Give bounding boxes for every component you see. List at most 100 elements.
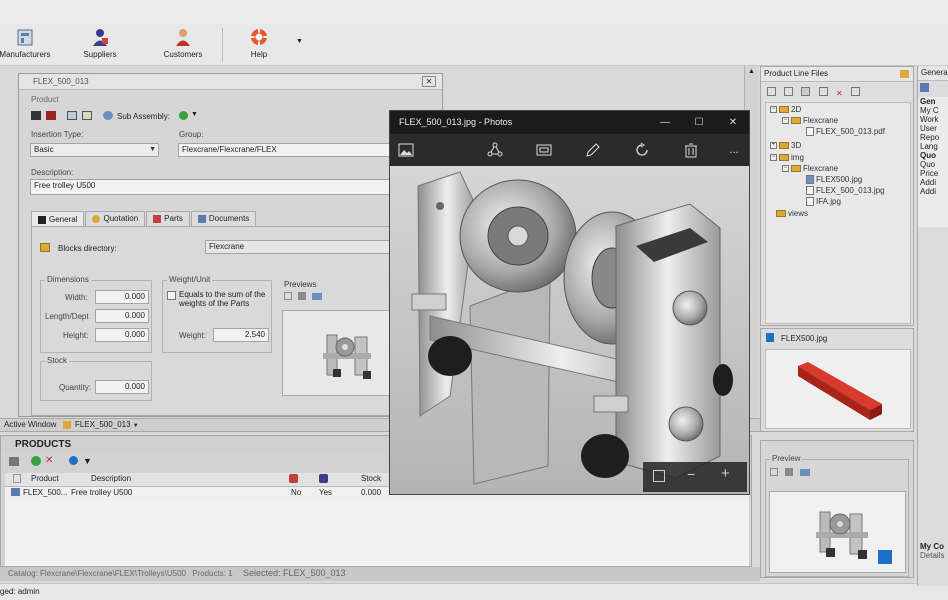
product-window-close-button[interactable]: ✕ — [422, 76, 436, 87]
new-file-icon[interactable] — [767, 87, 776, 96]
list-view-icon[interactable] — [82, 111, 92, 120]
weight-field[interactable]: 2.540 — [213, 328, 269, 342]
zoom-in-icon[interactable]: + — [721, 465, 730, 482]
tree-node-flexcrane-img[interactable]: − Flexcrane — [782, 164, 838, 173]
right-edge-item[interactable]: Addi — [920, 178, 948, 187]
chevron-down-icon: ▼ — [149, 146, 156, 153]
ribbon-more-arrow-icon[interactable]: ▼ — [296, 38, 303, 45]
group-field[interactable]: Flexcrane/Flexcrane/FLEX — [178, 143, 390, 157]
products-filter-icon[interactable]: ▼ — [83, 456, 92, 466]
properties-icon[interactable] — [850, 87, 860, 96]
column-parts-icon[interactable] — [289, 474, 298, 483]
width-field[interactable]: 0.000 — [95, 290, 149, 304]
right-edge-item[interactable]: Gen — [920, 97, 948, 106]
collapse-icon[interactable]: − — [782, 165, 789, 172]
length-field[interactable]: 0.000 — [95, 309, 149, 323]
open-file-icon[interactable] — [784, 87, 794, 96]
red-profile-thumbnail — [798, 362, 882, 420]
products-list-icon[interactable] — [9, 457, 19, 466]
insertion-type-select[interactable]: Basic ▼ — [30, 143, 159, 157]
tree-node-img[interactable]: − img — [770, 153, 804, 162]
preview-screen-icon[interactable] — [800, 469, 811, 476]
right-edge-item[interactable]: Work — [920, 115, 948, 124]
tree-node-flex500-jpg[interactable]: FLEX500.jpg — [806, 175, 862, 184]
right-edge-item[interactable]: User — [920, 124, 948, 133]
sort-icon[interactable] — [920, 83, 929, 92]
tab-documents[interactable]: Documents — [190, 211, 257, 226]
quantity-field[interactable]: 0.000 — [95, 380, 149, 394]
right-edge-item[interactable]: My C — [920, 106, 948, 115]
close-button[interactable]: ✕ — [716, 111, 750, 134]
preview-chart-icon[interactable] — [298, 292, 307, 300]
save-close-icon[interactable] — [46, 111, 56, 120]
minimize-button[interactable]: — — [648, 111, 682, 134]
collapse-icon[interactable]: − — [770, 106, 777, 113]
expand-icon[interactable]: + — [770, 142, 777, 149]
column-supplier-icon[interactable] — [319, 474, 328, 483]
products-info-icon[interactable] — [69, 456, 78, 465]
tree-node-flexcrane-2d[interactable]: − Flexcrane — [782, 116, 838, 125]
sub-assembly-dropdown-arrow-icon[interactable]: ▼ — [191, 111, 198, 118]
preview-frame-icon[interactable] — [770, 468, 778, 476]
manufacturers-button[interactable]: Manufacturers — [0, 26, 56, 59]
active-window-value[interactable]: FLEX_500_013 — [75, 420, 131, 429]
rotate-icon[interactable] — [632, 140, 652, 160]
tree-node-2d[interactable]: −2D — [770, 105, 801, 114]
more-options-icon[interactable]: ... — [724, 140, 744, 160]
delete-product-icon[interactable]: ✕ — [45, 456, 55, 466]
delete-trash-icon[interactable] — [681, 140, 701, 160]
help-button[interactable]: Help — [236, 26, 282, 59]
column-description[interactable]: Description — [91, 474, 131, 483]
collapse-icon[interactable]: − — [782, 117, 789, 124]
active-window-label: Active Window — [4, 420, 57, 429]
grid-view-icon[interactable] — [67, 111, 77, 120]
scroll-up-arrow-icon[interactable]: ▲ — [748, 68, 755, 75]
description-field[interactable]: Free trolley U500 — [30, 179, 390, 195]
fit-screen-icon[interactable] — [653, 470, 665, 482]
right-edge-item[interactable]: Quo — [920, 151, 948, 160]
tree-node-3d[interactable]: +3D — [770, 141, 801, 150]
product-window-titlebar[interactable]: FLEX_500_013 — [19, 74, 442, 90]
blocks-directory-field[interactable]: Flexcrane — [205, 240, 405, 254]
right-edge-item[interactable]: Quo — [920, 160, 948, 169]
maximize-button[interactable]: ☐ — [682, 111, 716, 134]
photos-titlebar[interactable]: FLEX_500_013.jpg - Photos — ☐ ✕ — [390, 111, 749, 134]
preview-image-box — [282, 310, 402, 396]
column-stock[interactable]: Stock — [361, 474, 381, 483]
right-edge-item[interactable]: Lang — [920, 142, 948, 151]
see-all-photos-icon[interactable] — [396, 140, 416, 160]
tab-parts[interactable]: Parts — [146, 211, 190, 226]
tab-general[interactable]: General — [31, 211, 85, 227]
active-window-dropdown-icon[interactable]: ▼ — [133, 423, 139, 429]
copy-file-icon[interactable] — [801, 87, 811, 96]
add-product-icon[interactable] — [31, 456, 41, 466]
folder-icon — [779, 154, 789, 161]
right-edge-item[interactable]: Price — [920, 169, 948, 178]
tree-node-ifa-jpg[interactable]: IFA.jpg — [806, 197, 841, 206]
right-edge-item[interactable]: Repo — [920, 133, 948, 142]
column-product[interactable]: Product — [31, 474, 59, 483]
right-edge-item[interactable]: Addi — [920, 187, 948, 196]
previews-toolbar[interactable] — [284, 292, 364, 304]
collapse-icon[interactable]: − — [770, 154, 777, 161]
customers-button[interactable]: Customers — [155, 26, 211, 59]
save-icon[interactable] — [31, 111, 41, 120]
tree-node-views[interactable]: views — [776, 209, 808, 218]
delete-file-icon[interactable]: ✕ — [836, 89, 843, 98]
tree-node-pdf[interactable]: FLEX_500_013.pdf — [806, 127, 885, 136]
panel-folder-icon[interactable] — [900, 70, 909, 78]
weight-sum-checkbox[interactable] — [167, 291, 176, 300]
preview-image-icon[interactable] — [284, 292, 292, 300]
slideshow-icon[interactable] — [534, 140, 554, 160]
tab-quotation[interactable]: Quotation — [85, 211, 146, 226]
sub-assembly-check-icon[interactable] — [179, 111, 188, 120]
share-icon[interactable] — [485, 140, 505, 160]
suppliers-button[interactable]: Suppliers — [72, 26, 128, 59]
tree-node-flex500013-jpg[interactable]: FLEX_500_013.jpg — [806, 186, 885, 195]
paste-file-icon[interactable] — [818, 87, 828, 96]
preview-display-icon[interactable] — [312, 293, 323, 300]
preview-bars-icon[interactable] — [785, 468, 794, 476]
edit-pencil-icon[interactable] — [583, 140, 603, 160]
zoom-out-icon[interactable]: − — [687, 466, 695, 482]
height-field[interactable]: 0.000 — [95, 328, 149, 342]
